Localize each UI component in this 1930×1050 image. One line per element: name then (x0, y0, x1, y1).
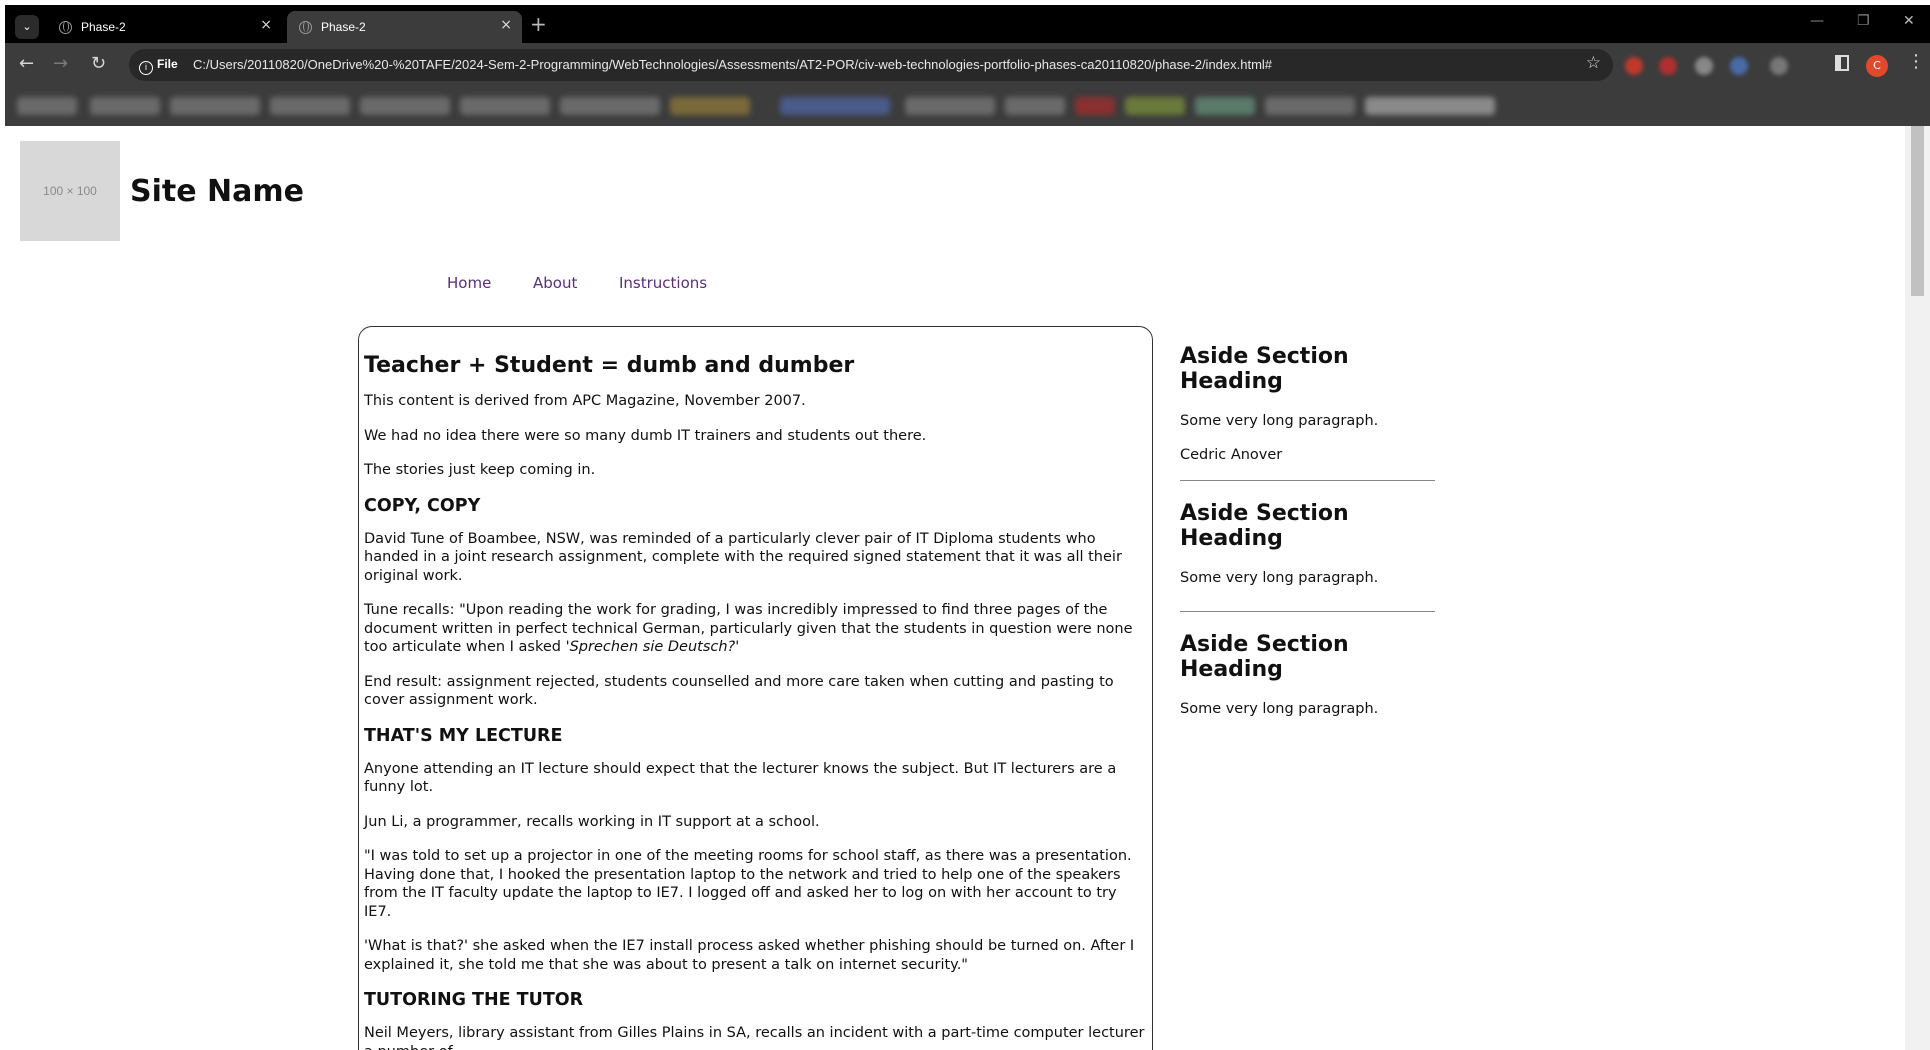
browser-chrome: ⌄ Phase-2 × Phase-2 × + — ❐ ✕ ← → ↻ i Fil… (5, 5, 1930, 126)
browser-menu-icon[interactable]: ⋮ (1907, 51, 1925, 72)
bookmark-item[interactable] (1195, 97, 1255, 115)
new-tab-button[interactable]: + (530, 12, 547, 36)
aside-author: Cedric Anover (1180, 447, 1283, 463)
article-intro-paragraph: This content is derived from APC Magazin… (364, 393, 806, 409)
url-text[interactable]: C:/Users/20110820/OneDrive%20-%20TAFE/20… (193, 57, 1272, 72)
bookmark-item[interactable] (360, 97, 450, 115)
reload-button[interactable]: ↻ (91, 53, 106, 74)
article-paragraph: David Tune of Boambee, NSW, was reminded… (364, 530, 1122, 584)
window-close-button[interactable]: ✕ (1903, 13, 1915, 29)
tab-strip: ⌄ Phase-2 × Phase-2 × + — ❐ ✕ (5, 5, 1930, 43)
bookmark-item[interactable] (270, 97, 350, 115)
tab-close-icon[interactable]: × (500, 17, 512, 33)
aside-heading: Aside Section Heading (1180, 344, 1349, 394)
bookmark-item[interactable] (780, 97, 890, 115)
bookmark-star-icon[interactable]: ☆ (1586, 53, 1601, 73)
aside-paragraph: Some very long paragraph. (1180, 413, 1379, 429)
article-paragraph: Tune recalls: "Upon reading the work for… (364, 601, 1147, 657)
site-info-button[interactable]: i File (139, 57, 178, 75)
aside-divider (1180, 611, 1435, 612)
tab-title: Phase-2 (81, 20, 126, 34)
tab-phase-2-active[interactable]: Phase-2 × (287, 11, 522, 43)
tab-phase-2-first[interactable]: Phase-2 × (47, 11, 282, 43)
bookmark-item[interactable] (460, 97, 550, 115)
page-scrollbar[interactable] (1905, 126, 1930, 1050)
info-icon: i (139, 61, 153, 75)
nav-link-home[interactable]: Home (447, 274, 491, 292)
bookmark-item[interactable] (1005, 97, 1065, 115)
main-article: Teacher + Student = dumb and dumber This… (358, 326, 1153, 1050)
address-bar[interactable]: i File C:/Users/20110820/OneDrive%20-%20T… (129, 49, 1613, 81)
bookmark-item[interactable] (670, 97, 750, 115)
extension-icon[interactable] (1659, 57, 1677, 75)
article-paragraph: Anyone attending an IT lecture should ex… (364, 760, 1117, 796)
aside-section: Aside Section Heading Some very long par… (1180, 344, 1435, 481)
site-name: Site Name (130, 174, 304, 209)
profile-avatar[interactable]: C (1866, 55, 1888, 77)
section-heading-copy-copy: COPY, COPY (364, 495, 481, 516)
aside-paragraph: Some very long paragraph. (1180, 701, 1379, 717)
aside-heading: Aside Section Heading (1180, 632, 1349, 682)
article-title: Teacher + Student = dumb and dumber (364, 353, 855, 378)
aside-paragraph: Some very long paragraph. (1180, 570, 1379, 586)
bookmark-item[interactable] (560, 97, 660, 115)
extension-icon[interactable] (1770, 57, 1788, 75)
site-logo: 100 × 100 (20, 141, 120, 241)
tab-title: Phase-2 (321, 20, 366, 34)
bookmark-item[interactable] (90, 97, 160, 115)
section-heading-tutoring-the-tutor: TUTORING THE TUTOR (364, 990, 584, 1010)
bookmarks-bar (5, 87, 1930, 126)
nav-link-instructions[interactable]: Instructions (619, 274, 707, 292)
article-paragraph: End result: assignment rejected, student… (364, 673, 1114, 709)
aside-divider (1180, 480, 1435, 481)
globe-icon (59, 21, 72, 34)
article-paragraph: 'What is that?' she asked when the IE7 i… (364, 938, 1135, 973)
article-paragraph: Jun Li, a programmer, recalls working in… (364, 813, 820, 830)
german-phrase: 'Sprechen sie Deutsch?' (565, 639, 740, 655)
tab-search-button[interactable]: ⌄ (15, 15, 39, 39)
bookmark-item[interactable] (17, 97, 77, 115)
article-paragraph: Neil Meyers, library assistant from Gill… (364, 1025, 1145, 1050)
bookmark-item[interactable] (1265, 97, 1355, 115)
site-info-label: File (157, 57, 178, 71)
aside-section: Aside Section Heading Some very long par… (1180, 501, 1435, 612)
bookmark-item[interactable] (905, 97, 995, 115)
section-heading-thats-my-lecture: THAT'S MY LECTURE (364, 725, 563, 746)
article-intro-paragraph: We had no idea there were so many dumb I… (364, 427, 927, 444)
side-panel-icon[interactable] (1835, 55, 1849, 71)
back-button[interactable]: ← (19, 53, 34, 74)
bookmark-item[interactable] (1075, 97, 1115, 115)
scrollbar-thumb[interactable] (1911, 126, 1924, 296)
extension-icon[interactable] (1695, 57, 1713, 75)
restore-button[interactable]: ❐ (1857, 13, 1870, 29)
article-paragraph: "I was told to set up a projector in one… (364, 848, 1132, 920)
forward-button[interactable]: → (53, 53, 68, 74)
bookmark-item[interactable] (170, 97, 260, 115)
nav-link-about[interactable]: About (533, 274, 577, 292)
aside-heading: Aside Section Heading (1180, 501, 1349, 551)
tab-close-icon[interactable]: × (260, 17, 272, 33)
aside-section: Aside Section Heading Some very long par… (1180, 632, 1435, 718)
aside: Aside Section Heading Some very long par… (1180, 344, 1435, 734)
bookmark-item[interactable] (1365, 97, 1495, 115)
browser-toolbar: ← → ↻ i File C:/Users/20110820/OneDrive%2… (5, 43, 1930, 87)
extension-icon[interactable] (1625, 57, 1643, 75)
minimize-button[interactable]: — (1810, 13, 1824, 29)
bookmark-item[interactable] (1125, 97, 1185, 115)
extension-icon[interactable] (1730, 57, 1748, 75)
article-intro-paragraph: The stories just keep coming in. (364, 462, 596, 478)
page-content: 100 × 100 Site Name Home About Instructi… (5, 126, 1905, 1050)
globe-icon (299, 21, 312, 34)
quote-text: Tune recalls: "Upon reading the work for… (364, 602, 1133, 655)
